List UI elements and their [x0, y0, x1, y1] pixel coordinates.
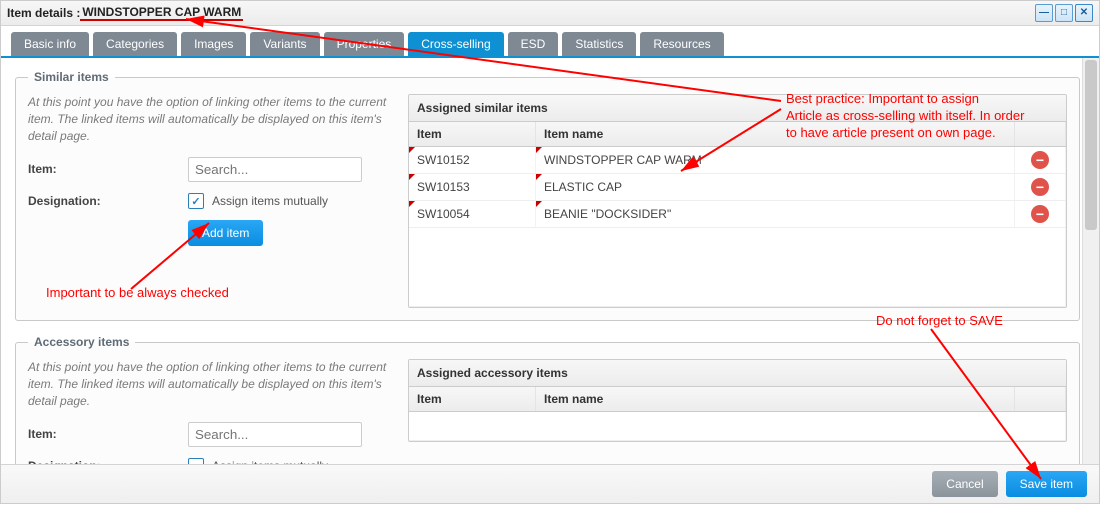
- window-footer: Cancel Save item: [1, 464, 1099, 503]
- annotation-save: Do not forget to SAVE: [876, 313, 1003, 330]
- similar-mutual-checkbox[interactable]: [188, 193, 204, 209]
- similar-mutual-label: Assign items mutually: [212, 194, 328, 208]
- similar-item-search-input[interactable]: [188, 157, 362, 182]
- col-item[interactable]: Item: [409, 387, 536, 412]
- accessory-items-panel: Accessory items At this point you have t…: [15, 335, 1080, 464]
- tab-bar: Basic info Categories Images Variants Pr…: [1, 26, 1099, 58]
- scrollbar-thumb[interactable]: [1085, 60, 1097, 230]
- delete-row-button[interactable]: −: [1031, 151, 1049, 169]
- tab-statistics[interactable]: Statistics: [562, 32, 636, 56]
- tab-resources[interactable]: Resources: [640, 32, 723, 56]
- delete-row-button[interactable]: −: [1031, 205, 1049, 223]
- table-row[interactable]: SW10054 BEANIE "DOCKSIDER" −: [409, 201, 1066, 228]
- col-item[interactable]: Item: [409, 122, 536, 147]
- tab-variants[interactable]: Variants: [250, 32, 319, 56]
- tab-properties[interactable]: Properties: [324, 32, 405, 56]
- cell-item: SW10152: [409, 147, 536, 174]
- similar-add-item-button[interactable]: Add item: [188, 220, 263, 246]
- assigned-accessory-caption: Assigned accessory items: [409, 360, 1066, 387]
- accessory-item-label: Item:: [28, 427, 188, 441]
- cell-name: WINDSTOPPER CAP WARM: [536, 147, 1015, 174]
- cell-item: SW10153: [409, 174, 536, 201]
- table-row[interactable]: SW10153 ELASTIC CAP −: [409, 174, 1066, 201]
- window-close-button[interactable]: ✕: [1075, 4, 1093, 22]
- col-item-name[interactable]: Item name: [536, 387, 1015, 412]
- save-item-button[interactable]: Save item: [1006, 471, 1087, 497]
- window-maximize-button[interactable]: □: [1055, 4, 1073, 22]
- vertical-scrollbar[interactable]: [1082, 58, 1099, 464]
- cancel-button[interactable]: Cancel: [932, 471, 997, 497]
- similar-items-legend: Similar items: [28, 70, 115, 84]
- similar-help-text: At this point you have the option of lin…: [28, 94, 388, 144]
- col-actions: [1015, 387, 1066, 412]
- tab-esd[interactable]: ESD: [508, 32, 559, 56]
- table-row[interactable]: SW10152 WINDSTOPPER CAP WARM −: [409, 147, 1066, 174]
- tab-categories[interactable]: Categories: [93, 32, 177, 56]
- tab-images[interactable]: Images: [181, 32, 246, 56]
- cell-name: BEANIE "DOCKSIDER": [536, 201, 1015, 228]
- annotation-always-checked: Important to be always checked: [46, 285, 229, 302]
- accessory-items-legend: Accessory items: [28, 335, 135, 349]
- tab-cross-selling[interactable]: Cross-selling: [408, 32, 503, 56]
- similar-item-label: Item:: [28, 162, 188, 176]
- delete-row-button[interactable]: −: [1031, 178, 1049, 196]
- window-minimize-button[interactable]: —: [1035, 4, 1053, 22]
- window-titlebar: Item details : WINDSTOPPER CAP WARM — □ …: [1, 1, 1099, 26]
- accessory-item-search-input[interactable]: [188, 422, 362, 447]
- cell-item: SW10054: [409, 201, 536, 228]
- window-title-prefix: Item details :: [7, 6, 80, 20]
- assigned-accessory-grid: Assigned accessory items Item Item name: [408, 359, 1067, 442]
- window-title-name: WINDSTOPPER CAP WARM: [80, 5, 243, 21]
- accessory-help-text: At this point you have the option of lin…: [28, 359, 388, 409]
- similar-designation-label: Designation:: [28, 194, 188, 208]
- tab-basic-info[interactable]: Basic info: [11, 32, 89, 56]
- annotation-best-practice: Best practice: Important to assign Artic…: [786, 91, 1024, 142]
- cell-name: ELASTIC CAP: [536, 174, 1015, 201]
